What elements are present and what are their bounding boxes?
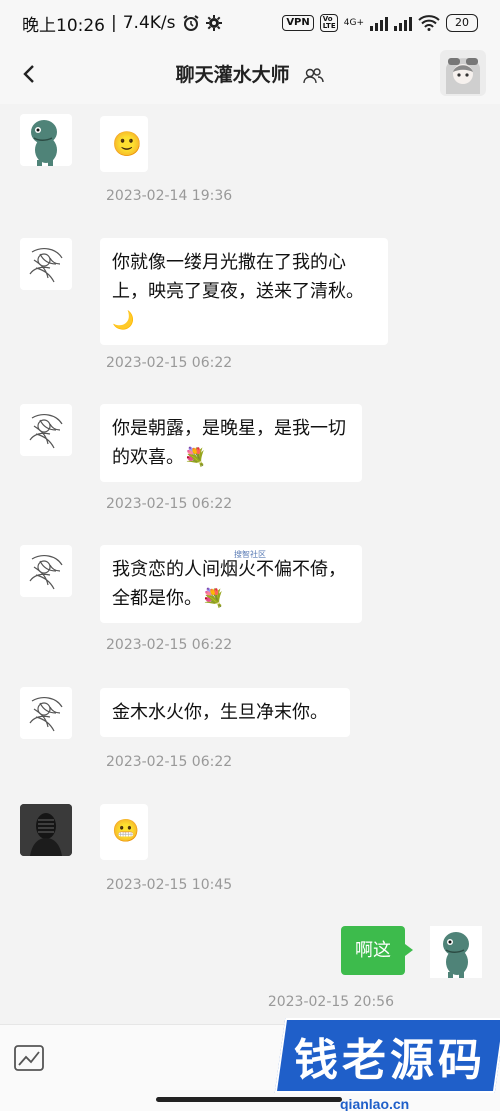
signal-icon [370, 15, 388, 31]
avatar-sketch[interactable] [20, 545, 72, 597]
avatar-fencer[interactable] [20, 804, 72, 856]
avatar-sketch[interactable] [20, 687, 72, 739]
status-speed: 7.4K/s [122, 13, 176, 33]
message-timestamp: 2023-02-15 10:45 [106, 877, 233, 893]
message-input[interactable] [70, 1037, 280, 1079]
avatar-sketch[interactable] [20, 238, 72, 290]
home-indicator[interactable] [156, 1097, 342, 1102]
alarm-icon [182, 15, 199, 31]
message-timestamp: 2023-02-15 06:22 [106, 637, 233, 653]
message-bubble[interactable]: 😬 [100, 804, 148, 860]
message-timestamp: 2023-02-15 06:22 [106, 754, 233, 770]
volte-badge: Vo LTE [319, 14, 338, 32]
vpn-badge: VPN [282, 15, 314, 31]
message-bubble[interactable]: 金木水火你，生旦净末你。 [100, 688, 350, 737]
chat-header: 聊天灌水大师 [0, 46, 500, 104]
my-avatar-dino[interactable] [430, 926, 482, 978]
status-bar: 晚上10:26 | 7.4K/s VPN Vo LTE 4G+ 20 [0, 0, 500, 46]
avatar-sketch[interactable] [20, 404, 72, 456]
message-timestamp: 2023-02-15 06:22 [106, 496, 233, 512]
sent-message-bubble[interactable]: 啊这 [341, 926, 413, 975]
message-timestamp: 2023-02-14 19:36 [106, 188, 233, 204]
avatar-dino[interactable] [20, 114, 72, 166]
chat-title: 聊天灌水大师 [175, 64, 290, 86]
settings-gear-icon [205, 15, 222, 31]
message-bubble[interactable]: 🙂 [100, 116, 148, 172]
brand-watermark-url: qianlao.cn [340, 1096, 410, 1111]
watermark-text: 搜智社区 [234, 550, 266, 559]
status-time: 晚上10:26 [22, 15, 105, 36]
battery-indicator: 20 [446, 14, 478, 32]
brand-watermark-text: 钱老源码 [294, 1035, 486, 1086]
signal-icon-2 [394, 15, 412, 31]
message-bubble[interactable]: 你是朝露，是晚星，是我一切的欢喜。💐 [100, 404, 362, 482]
sent-message-timestamp: 2023-02-15 20:56 [267, 994, 394, 1010]
group-members-icon [303, 67, 325, 83]
message-bubble[interactable]: 你就像一缕月光撒在了我的心上，映亮了夏夜，送来了清秋。🌙 [100, 238, 388, 345]
chart-icon[interactable] [14, 1045, 44, 1071]
message-timestamp: 2023-02-15 06:22 [106, 355, 233, 371]
network-label: 4G+ [343, 18, 364, 28]
message-bubble[interactable]: 我贪恋的人间烟火不偏不倚，全都是你。💐 [100, 545, 362, 623]
wifi-icon [418, 15, 440, 31]
chat-profile-avatar[interactable] [440, 50, 486, 96]
